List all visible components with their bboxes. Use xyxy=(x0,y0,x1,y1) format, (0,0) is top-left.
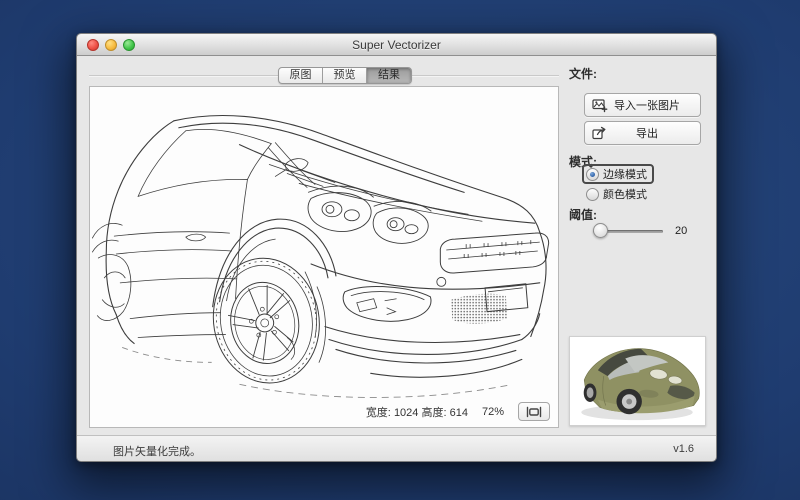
image-dimensions: 宽度: 1024 高度: 614 xyxy=(366,404,468,420)
status-bar: 图片矢量化完成。 v1.6 xyxy=(77,435,716,461)
tab-result[interactable]: 结果 xyxy=(367,68,411,83)
view-tabs: 原图 预览 结果 xyxy=(278,67,412,84)
result-canvas: 宽度: 1024 高度: 614 72% xyxy=(89,86,559,428)
width-label: 宽度: xyxy=(366,407,391,419)
app-window: Super Vectorizer 原图 预览 结果 xyxy=(76,33,717,462)
height-value: 614 xyxy=(450,407,468,419)
tab-original[interactable]: 原图 xyxy=(279,68,323,83)
original-image-thumbnail xyxy=(569,336,706,426)
color-mode-radio[interactable]: 颜色模式 xyxy=(586,186,647,202)
titlebar[interactable]: Super Vectorizer xyxy=(77,34,716,56)
vectorized-car-drawing xyxy=(90,87,558,427)
threshold-slider: 20 xyxy=(593,223,703,239)
import-image-button-label: 导入一张图片 xyxy=(608,97,686,113)
export-icon xyxy=(592,126,608,141)
threshold-section-label: 阈值: xyxy=(569,206,597,223)
tab-preview[interactable]: 预览 xyxy=(323,68,367,83)
export-button-label: 导出 xyxy=(608,125,686,141)
desktop-background: Super Vectorizer 原图 预览 结果 xyxy=(0,0,800,500)
fit-to-window-icon xyxy=(526,406,542,418)
edge-mode-radio[interactable]: 边缘模式 xyxy=(582,164,654,184)
radio-unselected-icon[interactable] xyxy=(586,188,599,201)
threshold-slider-knob[interactable] xyxy=(593,223,608,238)
edge-mode-label: 边缘模式 xyxy=(603,166,647,182)
image-info-bar: 宽度: 1024 高度: 614 72% xyxy=(366,402,550,421)
zoom-percent: 72% xyxy=(482,406,504,418)
window-title: Super Vectorizer xyxy=(77,34,716,56)
height-label: 高度: xyxy=(421,407,446,419)
export-button[interactable]: 导出 xyxy=(584,121,701,145)
radio-selected-icon[interactable] xyxy=(586,168,599,181)
fit-to-window-button[interactable] xyxy=(518,402,550,421)
threshold-value: 20 xyxy=(675,225,687,237)
file-section-label: 文件: xyxy=(569,65,597,82)
color-mode-label: 颜色模式 xyxy=(603,186,647,202)
import-image-icon xyxy=(592,98,608,113)
import-image-button[interactable]: 导入一张图片 xyxy=(584,93,701,117)
width-value: 1024 xyxy=(394,407,418,419)
version-label: v1.6 xyxy=(673,443,694,455)
status-message: 图片矢量化完成。 xyxy=(113,443,201,459)
original-car-photo xyxy=(570,337,705,425)
